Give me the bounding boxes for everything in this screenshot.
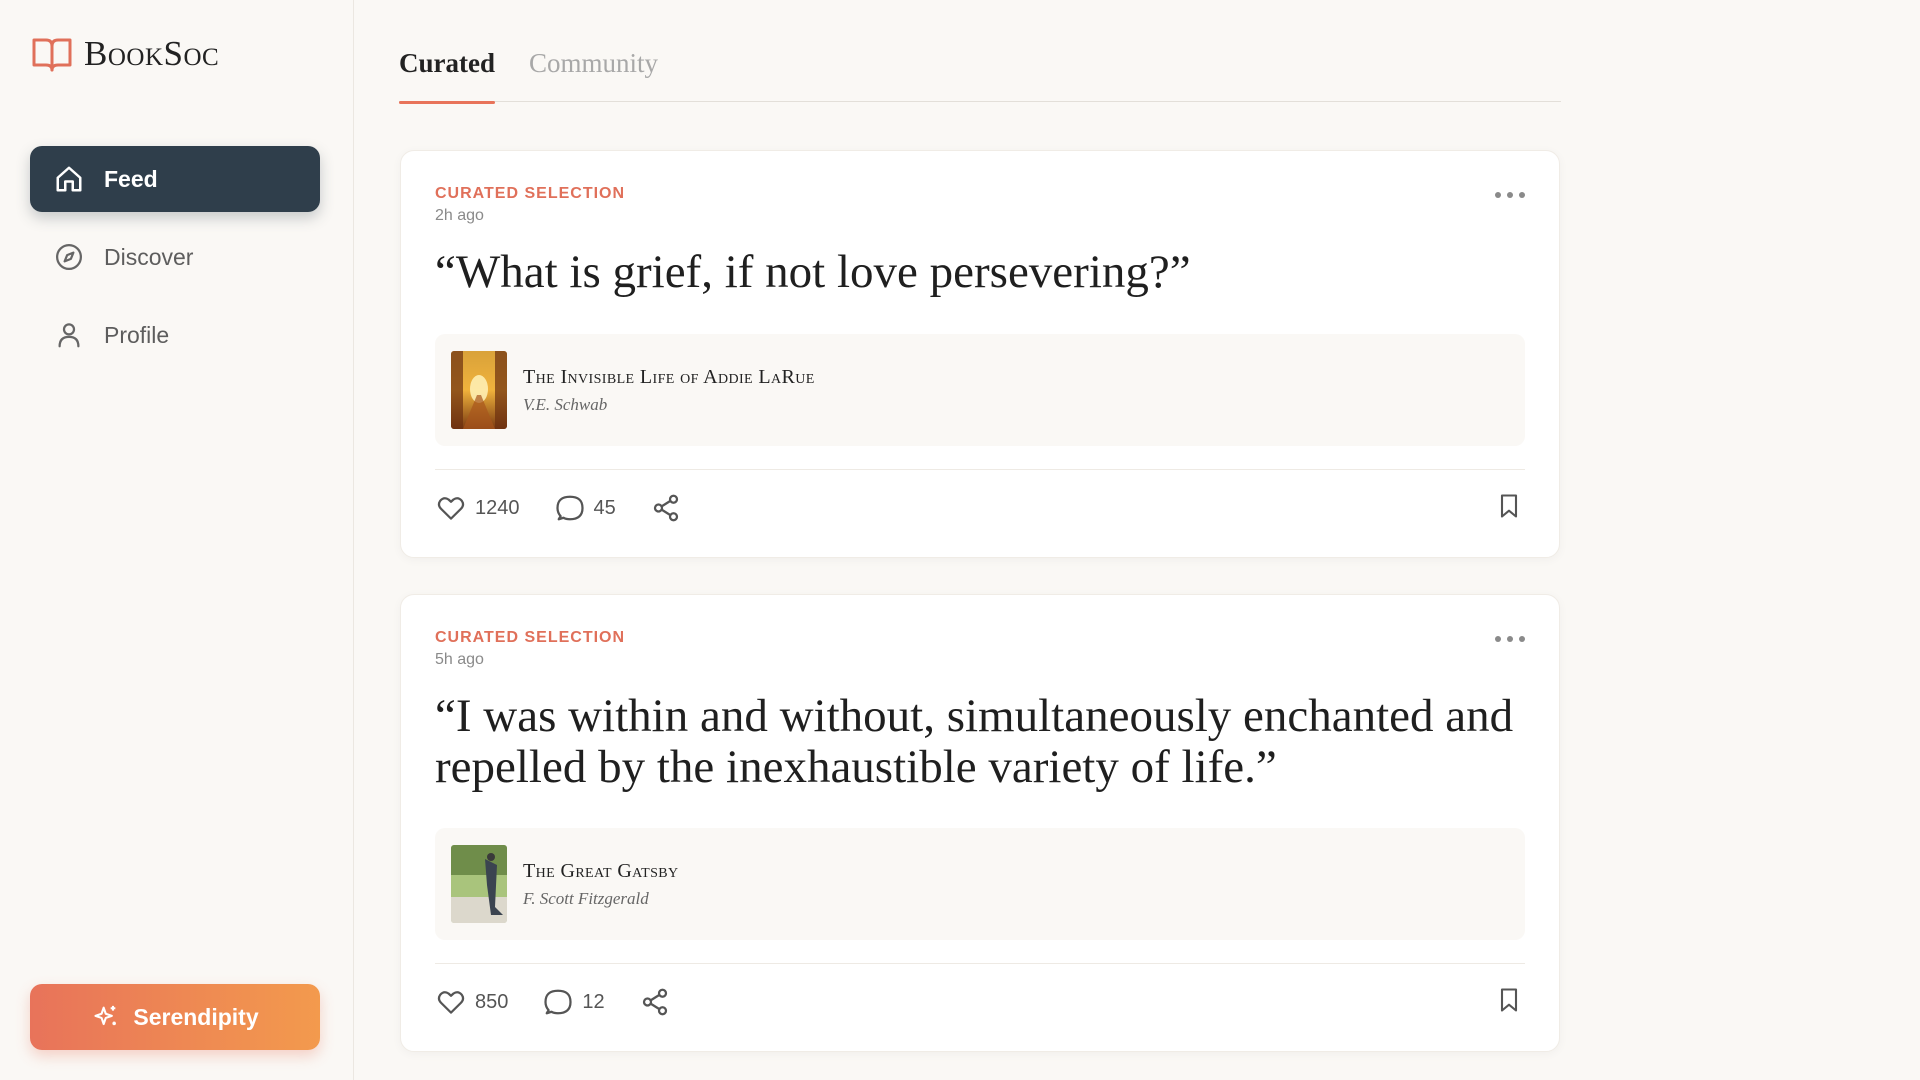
post-category: CURATED SELECTION [435,629,626,646]
share-icon [650,492,682,524]
more-options-button[interactable] [1495,633,1525,645]
post-card: CURATED SELECTION 2h ago “What is grief,… [400,150,1560,558]
serendipity-label: Serendipity [133,1003,259,1030]
post-time: 2h ago [435,207,484,224]
book-reference[interactable]: The Invisible Life of Addie LaRue V.E. S… [435,334,1525,446]
book-cover [451,845,507,923]
post-actions: 850 12 [435,982,1525,1022]
nav-label-feed: Feed [104,165,158,192]
book-cover [451,351,507,429]
book-author: F. Scott Fitzgerald [523,888,649,908]
divider [435,963,1525,964]
book-info: The Invisible Life of Addie LaRue V.E. S… [523,366,815,415]
share-button[interactable] [650,492,690,524]
user-icon [52,318,86,352]
nav-label-profile: Profile [104,321,170,348]
like-count: 850 [475,990,509,1013]
comment-count: 12 [582,990,605,1013]
post-card: CURATED SELECTION 5h ago “I was within a… [400,594,1560,1052]
share-button[interactable] [639,986,679,1018]
quote-text: “I was within and without, simultaneousl… [435,690,1514,793]
comment-button[interactable]: 12 [542,986,605,1018]
app-name: BookSoc [84,34,220,73]
share-icon [639,986,671,1018]
book-author: V.E. Schwab [523,394,608,414]
tab-community[interactable]: Community [529,40,658,102]
like-button[interactable]: 850 [435,986,508,1018]
bookmark-icon [1495,985,1523,1020]
post-actions: 1240 45 [435,488,1525,528]
more-options-button[interactable] [1495,189,1525,201]
nav-item-feed[interactable]: Feed [30,146,320,212]
comment-icon [542,986,574,1018]
sidebar: BookSoc Feed Discover Profile Serendipit… [0,0,354,1080]
book-info: The Great Gatsby F. Scott Fitzgerald [523,860,679,909]
nav-item-discover[interactable]: Discover [30,224,320,290]
book-title: The Great Gatsby [523,859,679,882]
tab-curated[interactable]: Curated [399,40,495,104]
sparkles-icon [91,1002,121,1032]
main-nav: Feed Discover Profile [30,146,320,380]
comment-button[interactable]: 45 [554,492,616,524]
compass-icon [52,240,86,274]
bookmark-button[interactable] [1493,492,1525,524]
post-category: CURATED SELECTION [435,185,626,202]
divider [435,469,1525,470]
logo[interactable]: BookSoc [30,34,219,74]
like-count: 1240 [475,496,520,519]
comment-icon [554,492,586,524]
nav-label-discover: Discover [104,243,194,270]
book-reference[interactable]: The Great Gatsby F. Scott Fitzgerald [435,828,1525,940]
feed-tabs: Curated Community [399,40,1561,104]
heart-icon [435,492,467,524]
heart-icon [435,986,467,1018]
like-button[interactable]: 1240 [435,492,520,524]
serendipity-button[interactable]: Serendipity [30,984,320,1050]
bookmark-button[interactable] [1493,986,1525,1018]
open-book-icon [30,34,74,74]
book-title: The Invisible Life of Addie LaRue [523,365,815,388]
nav-item-profile[interactable]: Profile [30,302,320,368]
comment-count: 45 [593,496,616,519]
post-time: 5h ago [435,651,484,668]
bookmark-icon [1495,491,1523,526]
home-icon [52,162,86,196]
quote-text: “What is grief, if not love persevering?… [435,246,1191,298]
